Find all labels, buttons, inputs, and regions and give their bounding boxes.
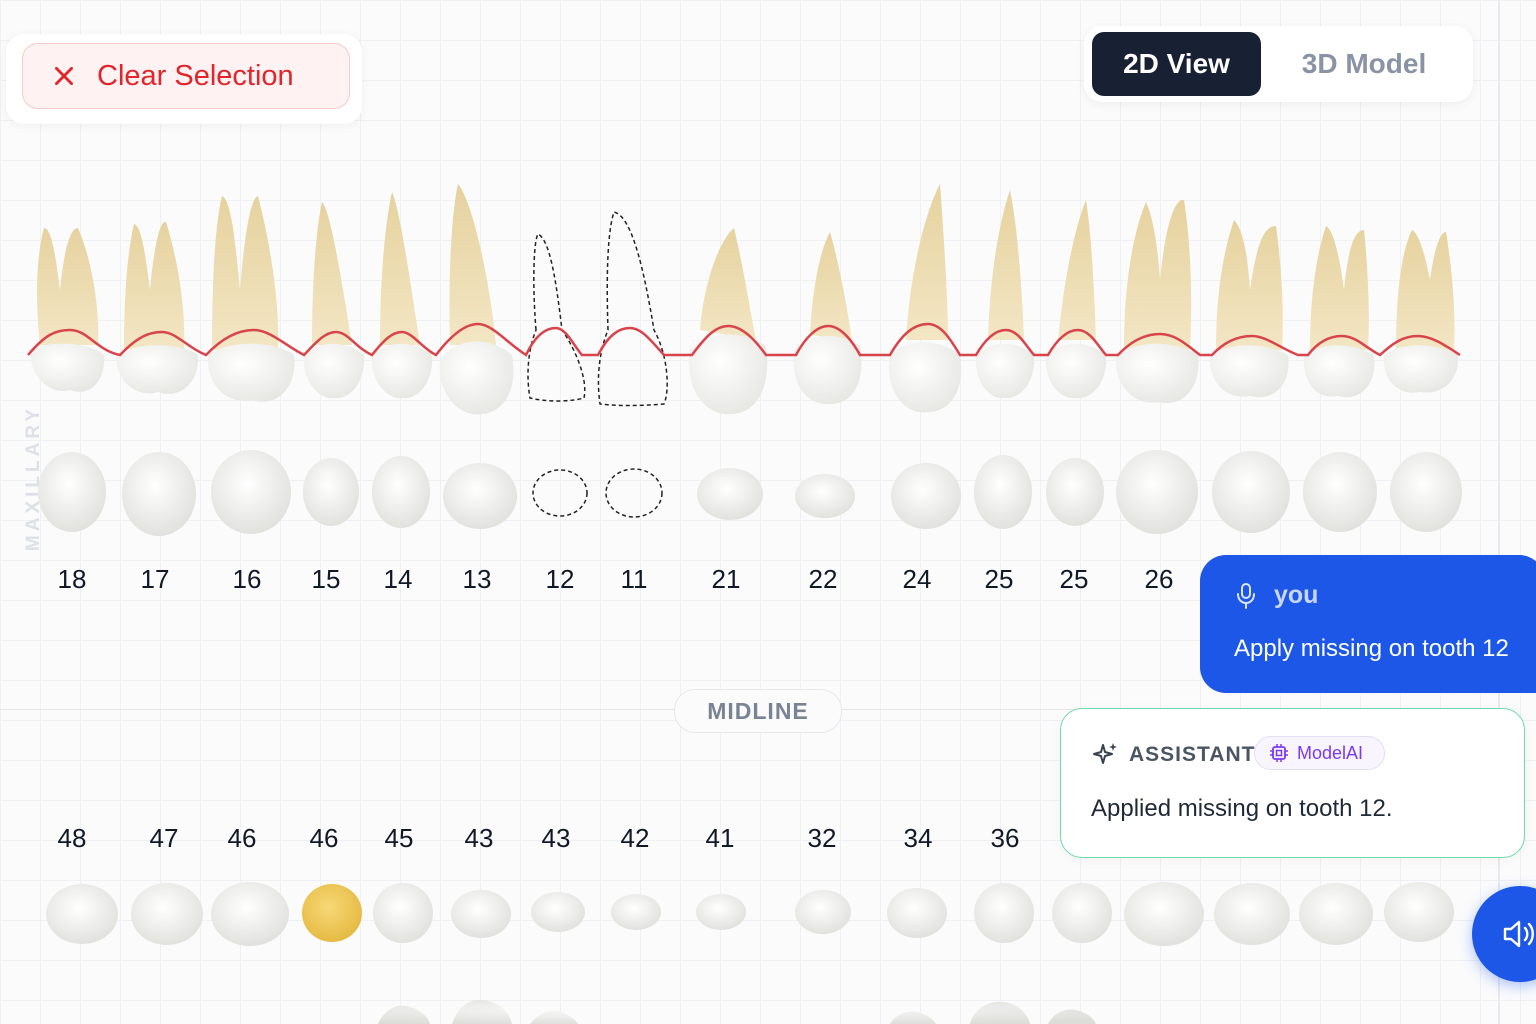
user-message-bubble: you Apply missing on tooth 12	[1200, 555, 1536, 693]
tooth-number[interactable]: 41	[706, 823, 735, 854]
tooth-14[interactable]	[371, 192, 433, 399]
sparkle-icon	[1093, 743, 1117, 764]
tooth-11-occlusal-outline	[605, 468, 663, 518]
close-icon	[55, 67, 73, 85]
lower-tooth-42[interactable]	[611, 894, 661, 930]
tooth-18[interactable]	[30, 228, 105, 392]
clear-selection-label: Clear Selection	[97, 59, 294, 92]
tooth-24[interactable]	[888, 184, 962, 413]
tooth-number[interactable]: 25	[985, 564, 1014, 595]
assistant-message-card: ASSISTANT ModelAI Applied missing on too…	[1060, 708, 1525, 858]
assistant-message-text: Applied missing on tooth 12.	[1091, 795, 1393, 822]
lower-tooth-32[interactable]	[795, 890, 851, 934]
tooth-number[interactable]: 36	[991, 823, 1020, 854]
chip-icon	[1270, 744, 1288, 762]
lower-tooth[interactable]	[1299, 883, 1373, 945]
tooth-28[interactable]	[1303, 226, 1375, 398]
tooth-12-occlusal-outline	[532, 469, 588, 517]
tooth-number[interactable]: 17	[141, 564, 170, 595]
lower-tooth-45[interactable]	[373, 883, 433, 943]
tooth-21[interactable]	[689, 228, 768, 415]
tooth-27[interactable]	[1209, 220, 1289, 398]
tooth-17[interactable]	[116, 221, 199, 394]
speaker-icon	[1503, 920, 1534, 948]
lower-tooth-36[interactable]	[974, 883, 1034, 943]
tooth-number[interactable]: 12	[546, 564, 575, 595]
tooth-number[interactable]: 16	[233, 564, 262, 595]
tooth-25b[interactable]	[1045, 200, 1107, 399]
tooth-number[interactable]: 24	[903, 564, 932, 595]
lower-tooth-46-selected[interactable]	[302, 884, 362, 942]
tooth-number[interactable]: 48	[58, 823, 87, 854]
tooth-number[interactable]: 13	[463, 564, 492, 595]
microphone-icon	[1237, 583, 1255, 609]
lower-tooth-34[interactable]	[887, 888, 947, 938]
tooth-number[interactable]: 46	[310, 823, 339, 854]
tooth-number[interactable]: 46	[228, 823, 257, 854]
tooth-number[interactable]: 22	[809, 564, 838, 595]
clear-selection-button[interactable]: Clear Selection	[22, 43, 350, 109]
tab-2d-view[interactable]: 2D View	[1092, 32, 1261, 96]
lower-crown-tips	[378, 999, 1096, 1024]
tooth-number[interactable]: 47	[150, 823, 179, 854]
tooth-number[interactable]: 43	[465, 823, 494, 854]
lower-tooth[interactable]	[1052, 883, 1112, 943]
lower-tooth[interactable]	[1384, 882, 1454, 942]
tab-3d-model[interactable]: 3D Model	[1274, 32, 1454, 96]
tooth-number[interactable]: 25	[1060, 564, 1089, 595]
tooth-number[interactable]: 11	[621, 564, 648, 595]
model-name: ModelAI	[1297, 742, 1364, 763]
tooth-number[interactable]: 14	[384, 564, 413, 595]
tooth-13[interactable]	[439, 184, 514, 415]
model-badge: ModelAI	[1254, 736, 1385, 770]
lower-tooth-46[interactable]	[211, 882, 289, 946]
tooth-29[interactable]	[1383, 230, 1459, 393]
tooth-number[interactable]: 32	[808, 823, 837, 854]
lower-tooth-43b[interactable]	[531, 892, 585, 932]
tooth-26[interactable]	[1115, 199, 1199, 404]
lower-arch-chart	[46, 882, 1454, 1024]
tooth-number[interactable]: 18	[58, 564, 87, 595]
tooth-number[interactable]: 15	[312, 564, 341, 595]
lower-tooth[interactable]	[1124, 882, 1204, 946]
tooth-22[interactable]	[793, 232, 862, 405]
user-message-text: Apply missing on tooth 12	[1234, 635, 1509, 662]
tooth-number[interactable]: 26	[1145, 564, 1174, 595]
tooth-number[interactable]: 34	[904, 823, 933, 854]
midline-label: MIDLINE	[674, 689, 842, 733]
tooth-number[interactable]: 45	[385, 823, 414, 854]
lower-tooth-41[interactable]	[696, 894, 746, 930]
lower-tooth-48[interactable]	[46, 884, 118, 944]
tooth-11-missing-outline[interactable]	[597, 211, 668, 407]
tooth-12-missing-outline[interactable]	[527, 233, 586, 402]
upper-occlusal-row	[38, 450, 1462, 536]
lower-tooth-47[interactable]	[131, 883, 203, 945]
user-name: you	[1274, 581, 1319, 609]
lower-tooth[interactable]	[1214, 883, 1290, 945]
tooth-number[interactable]: 42	[621, 823, 650, 854]
view-toggle: 2D View 3D Model	[1084, 26, 1473, 102]
tooth-16[interactable]	[207, 196, 295, 402]
assistant-role-label: ASSISTANT	[1129, 743, 1256, 766]
tooth-15[interactable]	[303, 202, 365, 399]
tooth-25[interactable]	[975, 190, 1035, 399]
upper-arch-chart	[27, 184, 1462, 536]
tooth-number[interactable]: 21	[712, 564, 741, 595]
lower-tooth-43[interactable]	[451, 890, 511, 938]
tooth-number[interactable]: 43	[542, 823, 571, 854]
